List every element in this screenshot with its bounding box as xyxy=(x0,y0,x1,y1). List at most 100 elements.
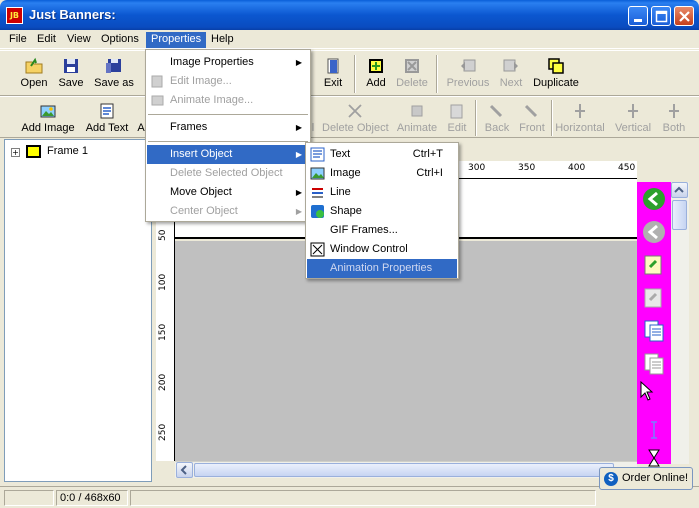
gray-back-arrow-icon[interactable] xyxy=(642,220,666,244)
menu-item-insert-line[interactable]: Line xyxy=(307,183,457,202)
next-frame-button[interactable]: Next xyxy=(496,57,526,89)
copy-pages-icon[interactable] xyxy=(642,319,666,343)
image-icon xyxy=(310,167,325,180)
center-horizontal-icon xyxy=(575,104,585,118)
menu-item-edit-image[interactable]: Edit Image... xyxy=(147,72,309,91)
order-online-label: Order Online! xyxy=(622,472,689,484)
add-image-icon xyxy=(40,105,56,118)
menu-properties[interactable]: Properties xyxy=(146,32,207,48)
delete-frame-button[interactable]: Delete xyxy=(394,57,430,89)
send-back-button[interactable]: Back xyxy=(482,102,512,134)
maximize-button[interactable] xyxy=(651,6,671,26)
center-vertical-button[interactable]: Vertical xyxy=(612,102,654,134)
green-back-arrow-icon[interactable] xyxy=(642,187,666,211)
arrow-left-icon xyxy=(180,465,187,475)
horizontal-scroll-thumb[interactable] xyxy=(194,463,614,477)
delete-object-button[interactable]: Delete Object xyxy=(322,102,389,134)
ruler-tick: 350 xyxy=(518,163,536,173)
edit-icon xyxy=(450,104,463,119)
close-button[interactable] xyxy=(674,6,694,26)
menu-item-insert-shape[interactable]: Shape xyxy=(307,202,457,221)
open-button[interactable]: Open xyxy=(15,57,53,89)
order-online-button[interactable]: $ Order Online! xyxy=(599,467,693,490)
menu-item-gif-frames[interactable]: GIF Frames... xyxy=(307,221,457,240)
menu-bar: File Edit View Options Properties Help xyxy=(0,30,699,49)
object-toolbar: Add Image Add Text A l Delete Object Ani… xyxy=(0,96,699,138)
save-button[interactable]: Save xyxy=(55,57,87,89)
toolbar-separator xyxy=(551,100,553,136)
menu-item-animation-properties[interactable]: Animation Properties xyxy=(307,259,457,278)
menu-item-center-object[interactable]: Center Object ▶ xyxy=(147,202,309,221)
add-image-button[interactable]: Add Image xyxy=(20,102,76,134)
page-forward-icon[interactable] xyxy=(642,253,666,277)
scroll-up-button[interactable] xyxy=(671,182,688,198)
floppy-disk-icon xyxy=(64,59,78,73)
next-frame-icon xyxy=(503,59,518,72)
title-bar[interactable]: JB Just Banners: xyxy=(0,0,699,30)
close-icon xyxy=(679,11,690,22)
vertical-scroll-thumb[interactable] xyxy=(672,200,687,230)
menu-item-window-control[interactable]: Window Control xyxy=(307,240,457,259)
center-both-button[interactable]: Both xyxy=(660,102,688,134)
previous-frame-button[interactable]: Previous xyxy=(444,57,492,89)
text-cursor-icon[interactable] xyxy=(642,418,666,442)
exit-door-icon xyxy=(327,58,339,74)
dollar-icon: $ xyxy=(604,472,618,486)
status-cell xyxy=(130,490,596,506)
menu-item-insert-object[interactable]: Insert Object ▶ xyxy=(147,145,309,164)
minimize-button[interactable] xyxy=(628,6,648,26)
menu-separator xyxy=(148,141,308,142)
shape-icon xyxy=(311,205,324,218)
menu-item-delete-selected-object[interactable]: Delete Selected Object xyxy=(147,164,309,183)
submenu-arrow-icon: ▶ xyxy=(295,150,302,159)
horizontal-scrollbar[interactable] xyxy=(175,461,637,478)
center-both-icon xyxy=(669,104,679,118)
menu-help[interactable]: Help xyxy=(206,32,239,48)
add-text-icon xyxy=(100,103,114,119)
vertical-scrollbar[interactable] xyxy=(671,182,689,464)
edit-object-button[interactable]: Edit xyxy=(444,102,470,134)
submenu-arrow-icon: ▶ xyxy=(295,58,302,67)
ruler-tick: 150 xyxy=(158,323,168,341)
menu-item-insert-image[interactable]: Image Ctrl+I xyxy=(307,164,457,183)
animate-button[interactable]: Animate xyxy=(396,102,438,134)
menu-view[interactable]: View xyxy=(62,32,96,48)
app-icon: JB xyxy=(6,7,23,24)
save-as-button[interactable]: Save as xyxy=(91,57,137,89)
arrow-up-icon xyxy=(674,186,684,193)
menu-item-animate-image[interactable]: Animate Image... xyxy=(147,91,309,110)
toolbar-separator xyxy=(354,55,356,93)
tree-item-frame-1[interactable]: Frame 1 xyxy=(47,145,88,157)
menu-options[interactable]: Options xyxy=(96,32,144,48)
window-control-icon xyxy=(310,242,325,257)
main-toolbar: Open Save Save as Exit Add Delete Previo… xyxy=(0,50,699,96)
bring-front-button[interactable]: Front xyxy=(518,102,546,134)
center-horizontal-button[interactable]: Horizontal xyxy=(554,102,606,134)
tool-strip xyxy=(637,182,671,467)
maximize-icon xyxy=(655,10,668,23)
menu-separator xyxy=(148,114,308,115)
menu-item-move-object[interactable]: Move Object ▶ xyxy=(147,183,309,202)
exit-button[interactable]: Exit xyxy=(318,57,348,89)
menu-file[interactable]: File xyxy=(4,32,32,48)
scroll-left-button[interactable] xyxy=(176,462,193,478)
page-forward-disabled-icon[interactable] xyxy=(642,286,666,310)
duplicate-frame-button[interactable]: Duplicate xyxy=(530,57,582,89)
add-text-button[interactable]: Add Text xyxy=(82,102,132,134)
ruler-tick: 100 xyxy=(158,273,168,291)
menu-edit[interactable]: Edit xyxy=(32,32,61,48)
add-frame-button[interactable]: Add xyxy=(362,57,390,89)
paste-pages-icon[interactable] xyxy=(642,352,666,376)
tree-expander[interactable]: + xyxy=(11,148,20,157)
frame-tree[interactable]: + Frame 1 xyxy=(4,139,152,482)
open-folder-icon xyxy=(25,57,43,74)
mouse-pointer-icon xyxy=(640,381,654,401)
insert-object-submenu: Text Ctrl+T Image Ctrl+I Line Shape GIF Fr… xyxy=(305,142,459,279)
floppy-disk-multi-icon xyxy=(106,59,121,73)
status-cell xyxy=(4,490,54,506)
menu-item-insert-text[interactable]: Text Ctrl+T xyxy=(307,145,457,164)
menu-item-image-properties[interactable]: Image Properties ▶ xyxy=(147,53,309,72)
menu-item-frames[interactable]: Frames ▶ xyxy=(147,118,309,137)
submenu-arrow-icon: ▶ xyxy=(295,188,302,197)
ruler-tick: 400 xyxy=(568,163,586,173)
